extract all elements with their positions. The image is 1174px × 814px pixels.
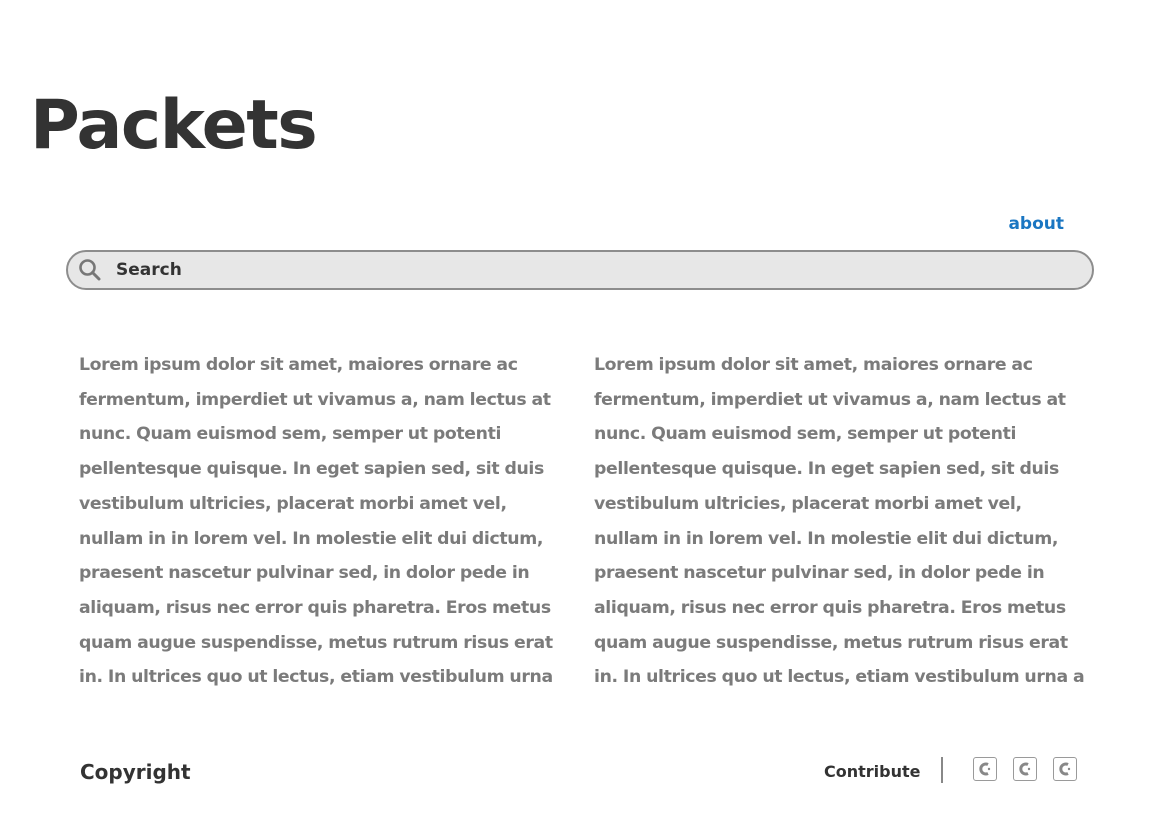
- social-glyph-icon: [979, 762, 991, 776]
- search-input[interactable]: [114, 259, 1018, 281]
- footer-divider: [941, 757, 943, 783]
- social-glyph-icon: [1059, 762, 1071, 776]
- about-link[interactable]: about: [1008, 214, 1064, 234]
- search-bar[interactable]: [66, 250, 1094, 290]
- text-column-left: Lorem ipsum dolor sit amet, maiores orna…: [79, 355, 553, 688]
- social-icon-2[interactable]: [1013, 757, 1037, 781]
- copyright-text: Copyright: [80, 760, 191, 784]
- social-icon-3[interactable]: [1053, 757, 1077, 781]
- text-column-right: Lorem ipsum dolor sit amet, maiores orna…: [594, 355, 1085, 688]
- search-icon: [79, 259, 101, 281]
- contribute-link[interactable]: Contribute: [824, 762, 921, 781]
- social-icon-1[interactable]: [973, 757, 997, 781]
- page-title: Packets: [30, 86, 318, 165]
- social-glyph-icon: [1019, 762, 1031, 776]
